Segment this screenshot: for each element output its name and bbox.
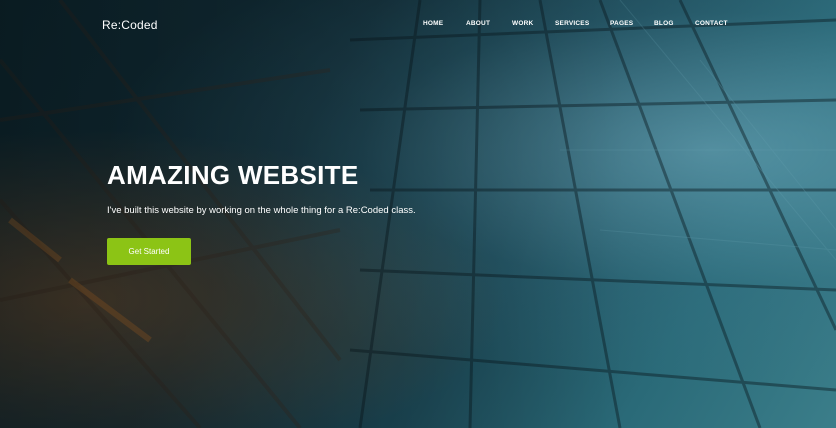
nav-item-blog[interactable]: BLOG — [654, 20, 674, 27]
nav-item-about[interactable]: ABOUT — [466, 20, 490, 27]
nav-item-services[interactable]: SERVICES — [555, 20, 589, 27]
nav-item-contact[interactable]: CONTACT — [695, 20, 728, 27]
nav-item-home[interactable]: HOME — [423, 20, 443, 27]
nav-item-pages[interactable]: PAGES — [610, 20, 633, 27]
nav-item-work[interactable]: WORK — [512, 20, 533, 27]
hero-section: Re:Coded HOME ABOUT WORK SERVICES PAGES … — [0, 0, 836, 428]
get-started-button[interactable]: Get Started — [107, 238, 191, 265]
top-navbar: Re:Coded HOME ABOUT WORK SERVICES PAGES … — [0, 0, 836, 50]
nav-menu: HOME ABOUT WORK SERVICES PAGES BLOG CONT… — [0, 20, 836, 32]
hero-description: I've built this website by working on th… — [107, 205, 416, 216]
hero-title: AMAZING WEBSITE — [107, 160, 359, 190]
